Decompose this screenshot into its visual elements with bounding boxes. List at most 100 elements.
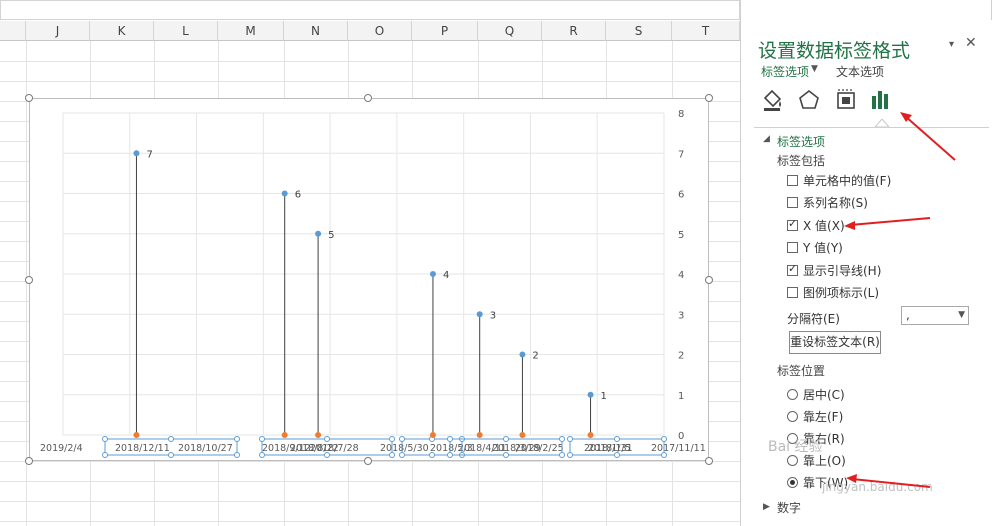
base-point — [281, 432, 288, 438]
section-label-options[interactable]: 标签选项 — [777, 133, 825, 150]
chart-object[interactable]: 0 1 2 3 4 5 6 7 8 2019/2/4 2018/12/11 2018/10/27 201… — [29, 98, 709, 461]
col-header-N[interactable]: N — [284, 21, 348, 41]
size-properties-icon[interactable] — [832, 86, 860, 114]
effects-pentagon-icon[interactable] — [795, 86, 823, 114]
checkbox-cell-value-label[interactable]: 单元格中的值(F) — [803, 172, 891, 189]
col-header-L[interactable]: L — [154, 21, 218, 41]
y-tick-label: 8 — [678, 109, 684, 120]
resize-handle-bottom-right[interactable] — [705, 457, 713, 465]
radio-left[interactable] — [787, 411, 798, 422]
checkbox-series-name-label[interactable]: 系列名称(S) — [803, 194, 868, 211]
data-label: 7 — [146, 149, 152, 160]
checkbox-x-value-label[interactable]: X 值(X) — [803, 217, 845, 234]
checkbox-y-value-label[interactable]: Y 值(Y) — [803, 239, 843, 256]
resize-handle-left[interactable] — [25, 276, 33, 284]
data-point — [281, 190, 288, 197]
col-header-S[interactable]: S — [606, 21, 672, 41]
label-selection-handle — [559, 452, 565, 458]
col-header-J[interactable]: J — [26, 21, 90, 41]
resize-handle-top[interactable] — [364, 94, 372, 102]
panel-options-dropdown-icon[interactable]: ▾ — [949, 39, 954, 50]
checkbox-leader-lines-label[interactable]: 显示引导线(H) — [803, 262, 881, 279]
reset-label-text-button[interactable]: 重设标签文本(R) — [789, 331, 881, 354]
spreadsheet-area[interactable]: J K L M N O P Q R S T 0 1 2 3 4 5 6 7 8 … — [0, 0, 740, 526]
data-point — [133, 150, 140, 157]
label-selection-handle — [234, 452, 240, 458]
section-number[interactable]: 数字 — [777, 499, 801, 516]
label-options-bar-chart-icon[interactable] — [867, 86, 895, 114]
radio-below[interactable] — [787, 477, 798, 488]
collapse-caret-icon[interactable]: ◢ — [763, 134, 770, 144]
x-axis-label: 2018/12/11 — [115, 443, 170, 454]
checkbox-legend-key[interactable] — [787, 287, 798, 298]
label-selection-handle — [567, 452, 573, 458]
grid-row-line — [0, 501, 740, 502]
label-selection-handle — [447, 452, 453, 458]
separator-select[interactable]: , ▼ — [901, 306, 969, 325]
formula-bar[interactable] — [0, 0, 740, 20]
tab-label-options[interactable]: 标签选项 — [761, 63, 809, 80]
label-selection-handle — [399, 452, 405, 458]
checkbox-x-value[interactable] — [787, 217, 798, 231]
label-selection-handle — [559, 436, 565, 442]
label-selection-handle — [102, 436, 108, 442]
chevron-down-icon[interactable]: ▼ — [811, 64, 818, 74]
col-header-R[interactable]: R — [542, 21, 606, 41]
y-tick-label: 6 — [678, 190, 684, 201]
resize-handle-top-left[interactable] — [25, 94, 33, 102]
data-point — [476, 311, 483, 318]
col-header-blank — [0, 21, 26, 41]
x-axis-label: 2018/2/25 — [515, 443, 564, 454]
close-icon[interactable]: ✕ — [965, 35, 977, 51]
separator-label: 分隔符(E) — [787, 312, 840, 326]
radio-left-label[interactable]: 靠左(F) — [803, 408, 843, 425]
radio-center[interactable] — [787, 389, 798, 400]
data-label: 5 — [328, 230, 334, 241]
label-selection-handle — [399, 436, 405, 442]
col-header-K[interactable]: K — [90, 21, 154, 41]
checkbox-cell-value[interactable] — [787, 175, 798, 186]
label-selection-handle — [429, 452, 435, 458]
label-selection-handle — [324, 436, 330, 442]
y-tick-label: 5 — [678, 230, 684, 241]
x-axis-label: 2018/5/30 — [380, 443, 429, 454]
data-label: 1 — [601, 391, 607, 402]
col-header-Q[interactable]: Q — [478, 21, 542, 41]
x-axis-label: 2018/7/28 — [310, 443, 359, 454]
radio-above[interactable] — [787, 455, 798, 466]
tab-text-options[interactable]: 文本选项 — [836, 63, 884, 80]
checkbox-y-value[interactable] — [787, 242, 798, 253]
col-header-T[interactable]: T — [672, 21, 740, 41]
label-selection-handle — [614, 452, 620, 458]
fill-line-icon[interactable] — [759, 86, 787, 114]
x-axis-label: 2018/10/27 — [178, 443, 233, 454]
grid-row-line — [0, 61, 740, 62]
resize-handle-bottom[interactable] — [364, 457, 372, 465]
resize-handle-top-right[interactable] — [705, 94, 713, 102]
x-axis-label: 2018/1/5 — [588, 443, 631, 454]
checkbox-leader-lines[interactable] — [787, 262, 798, 276]
grid-row-line — [0, 521, 740, 522]
y-tick-label: 2 — [678, 351, 684, 362]
data-point — [587, 391, 594, 398]
checkbox-series-name[interactable] — [787, 197, 798, 208]
label-selection-handle — [234, 436, 240, 442]
label-selection-handle — [168, 436, 174, 442]
data-label: 6 — [295, 190, 301, 201]
col-header-M[interactable]: M — [218, 21, 284, 41]
resize-handle-right[interactable] — [705, 276, 713, 284]
chevron-down-icon[interactable]: ▼ — [958, 310, 965, 320]
resize-handle-bottom-left[interactable] — [25, 457, 33, 465]
label-selection-handle — [661, 436, 667, 442]
col-header-P[interactable]: P — [412, 21, 478, 41]
label-selection-handle — [168, 452, 174, 458]
checkbox-legend-key-label[interactable]: 图例项标示(L) — [803, 284, 879, 301]
expand-caret-icon[interactable]: ▶ — [763, 502, 770, 512]
base-point — [476, 432, 483, 438]
label-selection-handle — [324, 452, 330, 458]
col-header-O[interactable]: O — [348, 21, 412, 41]
chart-plot[interactable]: 0 1 2 3 4 5 6 7 8 2019/2/4 2018/12/11 2018/10/27 201… — [30, 99, 710, 462]
radio-center-label[interactable]: 居中(C) — [803, 386, 845, 403]
label-position-heading: 标签位置 — [777, 364, 826, 378]
label-selection-handle — [503, 436, 509, 442]
